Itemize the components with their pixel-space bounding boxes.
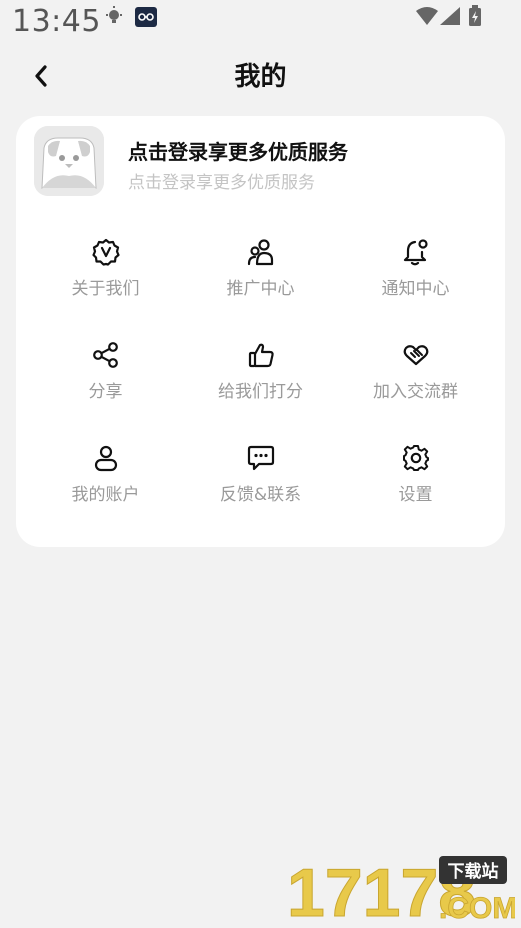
avatar[interactable]	[34, 126, 104, 196]
top-bar: 我的	[0, 50, 521, 102]
menu-item-label: 我的账户	[71, 485, 140, 505]
menu-item-feedback[interactable]: 反馈&联系	[183, 440, 338, 530]
bell-icon	[403, 239, 428, 266]
menu-item-rate-us[interactable]: 给我们打分	[183, 337, 338, 427]
login-title[interactable]: 点击登录享更多优质服务	[128, 136, 348, 165]
signal-icon	[440, 7, 460, 25]
menu-item-join-group[interactable]: 加入交流群	[338, 337, 493, 427]
menu-item-notifications[interactable]: 通知中心	[338, 234, 493, 324]
menu-item-label: 分享	[88, 382, 123, 402]
status-time: 13:45	[12, 4, 101, 39]
menu-item-label: 设置	[398, 485, 433, 505]
watermark-domain: .COM	[439, 892, 515, 924]
menu-item-label: 加入交流群	[373, 382, 458, 402]
menu-item-label: 反馈&联系	[219, 485, 302, 505]
menu-item-label: 给我们打分	[218, 382, 303, 402]
menu-item-about[interactable]: 关于我们	[28, 234, 183, 324]
menu-item-share[interactable]: 分享	[28, 337, 183, 427]
watermark-badge: 下载站	[448, 861, 499, 882]
gear-icon	[403, 445, 429, 471]
lightbulb-icon	[106, 6, 122, 23]
login-subtitle: 点击登录享更多优质服务	[128, 173, 315, 193]
users-icon	[247, 239, 274, 266]
menu-item-promotion[interactable]: 推广中心	[183, 234, 338, 324]
thumbs-up-icon	[248, 343, 274, 368]
menu-item-my-account[interactable]: 我的账户	[28, 440, 183, 530]
menu-item-label: 关于我们	[71, 279, 140, 299]
app-notification-icon	[135, 7, 157, 27]
user-icon	[94, 445, 118, 472]
share-icon	[93, 342, 118, 368]
status-bar: 13:45	[0, 0, 521, 44]
mascot-avatar-icon	[34, 126, 104, 196]
badge-v-icon	[92, 238, 120, 266]
menu-item-label: 推广中心	[226, 279, 295, 299]
page-title: 我的	[234, 62, 287, 92]
menu-item-label: 通知中心	[381, 279, 450, 299]
handshake-icon	[403, 345, 429, 366]
profile-card: 点击登录享更多优质服务 点击登录享更多优质服务 关于我们 推广中心 通知中心 分…	[16, 116, 505, 547]
watermark-logo: 17178 下载站 .COM	[285, 854, 518, 928]
menu-item-settings[interactable]: 设置	[338, 440, 493, 530]
wifi-icon	[416, 7, 438, 25]
battery-icon	[469, 5, 481, 26]
chat-icon	[247, 445, 275, 471]
